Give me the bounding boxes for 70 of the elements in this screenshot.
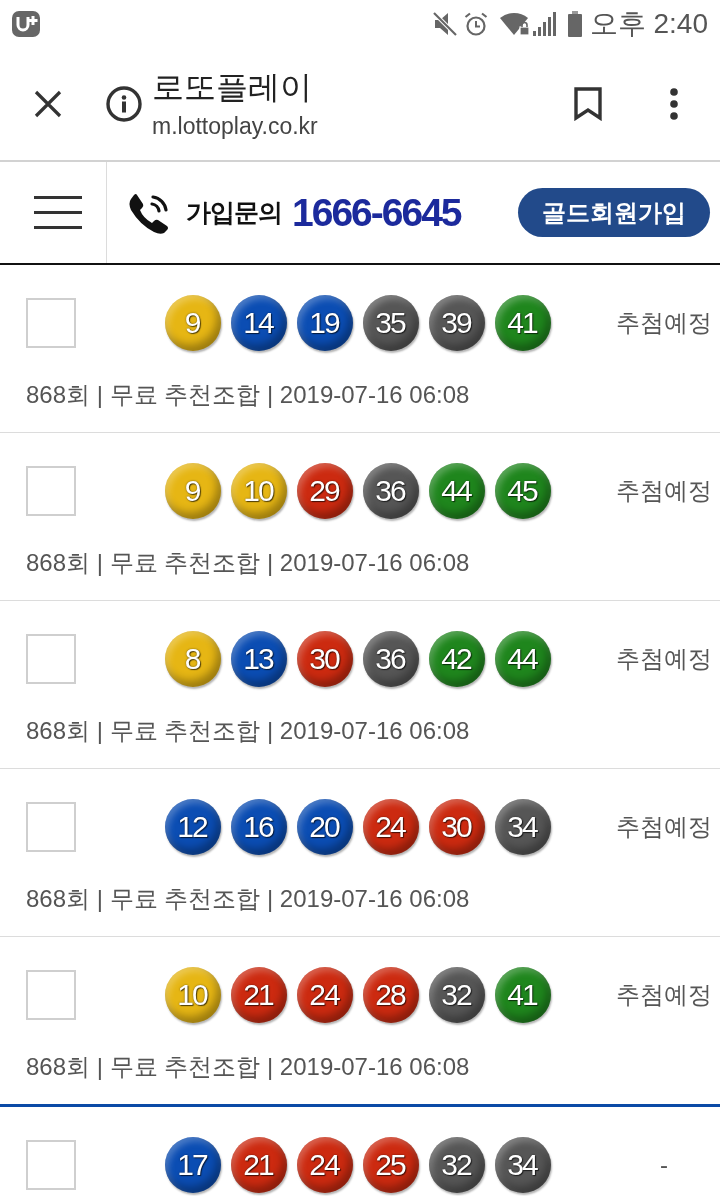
page-title: 로또플레이 <box>152 68 312 107</box>
combination-info: 868회 | 무료 추천조합 | 2019-07-16 06:08 <box>26 716 471 746</box>
lottery-ball: 8 <box>165 631 221 687</box>
lottery-ball: 32 <box>429 967 485 1023</box>
battery-icon <box>567 11 582 37</box>
lottery-ball: 35 <box>363 295 419 351</box>
close-icon[interactable] <box>34 90 62 118</box>
checkbox[interactable] <box>26 298 76 348</box>
lottery-ball: 30 <box>297 631 353 687</box>
lottery-ball: 44 <box>495 631 551 687</box>
signal-icon <box>531 12 556 36</box>
lottery-ball: 41 <box>495 967 551 1023</box>
lottery-ball: 17 <box>165 1137 221 1193</box>
lottery-ball: 19 <box>297 295 353 351</box>
lottery-ball: 16 <box>231 799 287 855</box>
mute-icon <box>431 11 458 37</box>
lottery-ball: 12 <box>165 799 221 855</box>
lottery-ball: 14 <box>231 295 287 351</box>
draw-status: 추첨예정 <box>616 644 712 674</box>
combination-info: 868회 | 무료 추천조합 | 2019-07-16 06:08 <box>26 884 471 914</box>
lottery-ball: 24 <box>297 967 353 1023</box>
draw-status: 추첨예정 <box>616 476 712 506</box>
combination-info: 868회 | 무료 추천조합 | 2019-07-16 06:08 <box>26 1052 471 1082</box>
lottery-ball: 20 <box>297 799 353 855</box>
logo-icon <box>12 11 40 37</box>
lottery-ball: 9 <box>165 295 221 351</box>
checkbox[interactable] <box>26 466 76 516</box>
lottery-ball: 41 <box>495 295 551 351</box>
phone-number[interactable]: 1666-6645 <box>292 190 461 235</box>
lottery-ball: 30 <box>429 799 485 855</box>
lottery-ball: 21 <box>231 1137 287 1193</box>
inquiry-label: 가입문의 <box>186 197 282 228</box>
menu-icon[interactable] <box>34 196 82 229</box>
lottery-ball: 29 <box>297 463 353 519</box>
lottery-ball: 25 <box>363 1137 419 1193</box>
checkbox[interactable] <box>26 970 76 1020</box>
bookmark-icon[interactable] <box>574 87 602 121</box>
lottery-ball: 24 <box>363 799 419 855</box>
clock-time: 오후 2:40 <box>589 8 708 40</box>
info-icon[interactable] <box>106 86 142 122</box>
lottery-ball: 13 <box>231 631 287 687</box>
lottery-ball: 45 <box>495 463 551 519</box>
checkbox[interactable] <box>26 802 76 852</box>
page-url[interactable]: m.lottoplay.co.kr <box>152 111 318 141</box>
lottery-ball: 34 <box>495 1137 551 1193</box>
lottery-ball: 9 <box>165 463 221 519</box>
membership-signup-button[interactable]: 골드회원가입 <box>518 188 710 237</box>
lottery-ball: 42 <box>429 631 485 687</box>
alarm-icon <box>463 12 488 36</box>
draw-status: - <box>659 1151 669 1179</box>
lottery-ball: 36 <box>363 463 419 519</box>
draw-status: 추첨예정 <box>616 308 712 338</box>
more-menu-icon[interactable] <box>670 88 678 120</box>
lottery-ball: 36 <box>363 631 419 687</box>
lottery-ball: 44 <box>429 463 485 519</box>
lottery-ball: 28 <box>363 967 419 1023</box>
lottery-ball: 10 <box>231 463 287 519</box>
checkbox[interactable] <box>26 634 76 684</box>
combination-info: 868회 | 무료 추천조합 | 2019-07-16 06:08 <box>26 380 471 410</box>
lottery-ball: 39 <box>429 295 485 351</box>
lottery-ball: 21 <box>231 967 287 1023</box>
checkbox[interactable] <box>26 1140 76 1190</box>
combination-info: 868회 | 무료 추천조합 | 2019-07-16 06:08 <box>26 548 471 578</box>
lottery-ball: 24 <box>297 1137 353 1193</box>
lottery-ball: 32 <box>429 1137 485 1193</box>
lottery-ball: 10 <box>165 967 221 1023</box>
draw-status: 추첨예정 <box>616 980 712 1010</box>
wifi-lock-icon <box>499 12 530 36</box>
draw-status: 추첨예정 <box>616 812 712 842</box>
lottery-ball: 34 <box>495 799 551 855</box>
